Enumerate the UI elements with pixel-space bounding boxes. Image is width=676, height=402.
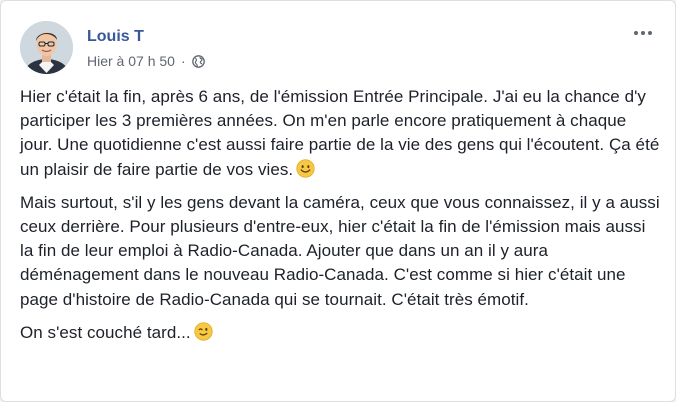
post-card: Louis T Hier à 07 h 50 · Hier c'était la…: [0, 0, 676, 402]
post-paragraph: Hier c'était la fin, après 6 ans, de l'é…: [20, 85, 660, 182]
wink-emoji-icon: [194, 322, 213, 341]
post-paragraph: On s'est couché tard...: [20, 321, 660, 345]
paragraph-text: On s'est couché tard...: [20, 322, 191, 342]
post-meta: Hier à 07 h 50 ·: [87, 52, 205, 70]
post-body: Hier c'était la fin, après 6 ans, de l'é…: [20, 85, 660, 354]
paragraph-text: Mais surtout, s'il y les gens devant la …: [20, 192, 660, 309]
author-name[interactable]: Louis T: [87, 27, 144, 47]
author-avatar[interactable]: [20, 21, 73, 74]
post-header: Louis T Hier à 07 h 50 ·: [20, 21, 663, 77]
globe-icon[interactable]: [191, 54, 205, 68]
smile-emoji-icon: [296, 158, 315, 178]
post-timestamp[interactable]: Hier à 07 h 50: [87, 52, 175, 70]
more-options-icon[interactable]: [629, 25, 657, 41]
meta-separator: ·: [180, 53, 186, 69]
paragraph-text: Hier c'était la fin, après 6 ans, de l'é…: [20, 87, 660, 179]
post-paragraph: Mais surtout, s'il y les gens devant la …: [20, 191, 660, 312]
avatar-photo: [20, 21, 73, 74]
